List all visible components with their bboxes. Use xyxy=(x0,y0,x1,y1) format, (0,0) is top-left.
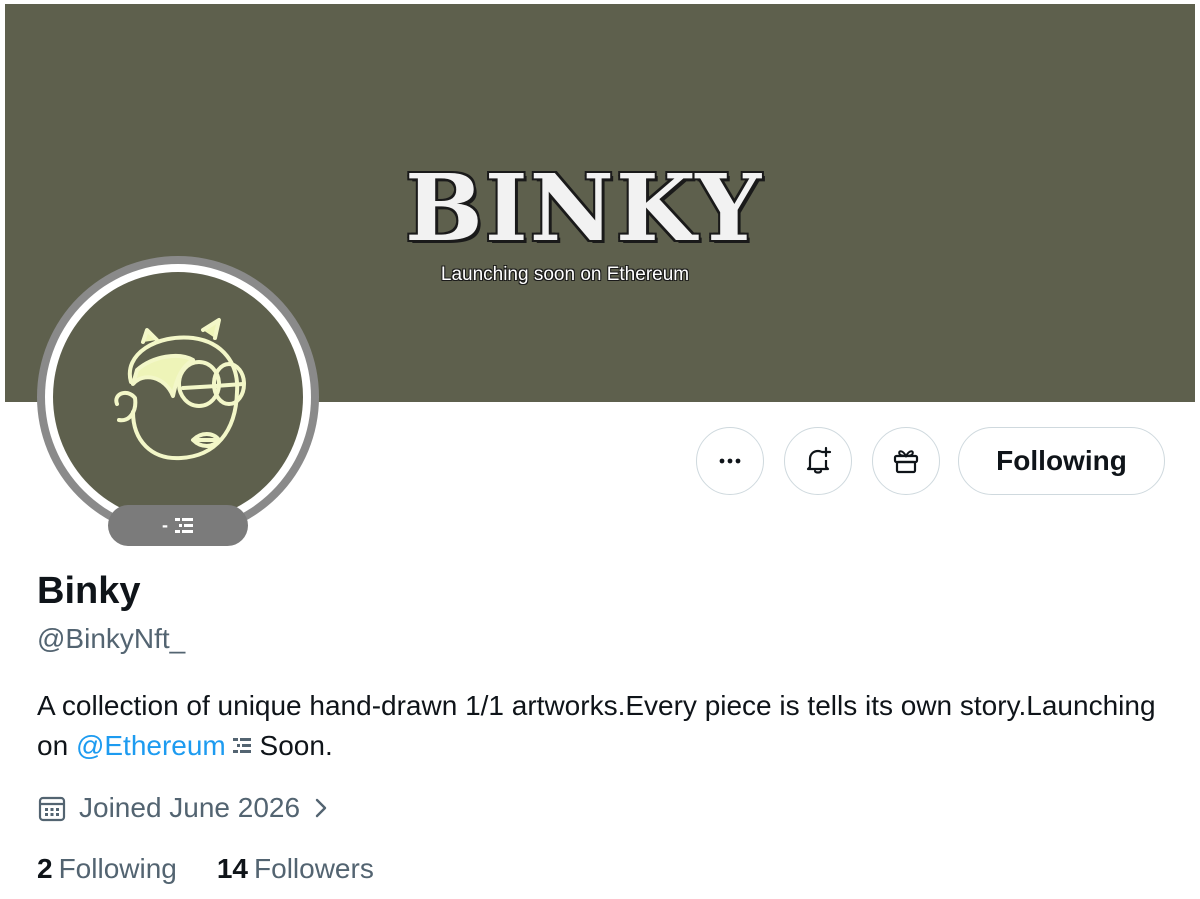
profile-bio: A collection of unique hand-drawn 1/1 ar… xyxy=(37,686,1157,766)
bio-mention-link[interactable]: @Ethereum xyxy=(76,730,226,761)
followers-label: Followers xyxy=(254,853,374,884)
ethereum-icon xyxy=(175,517,193,533)
bio-text-end: Soon. xyxy=(251,730,333,761)
joined-text: Joined June 2026 xyxy=(79,792,301,823)
ethereum-icon xyxy=(232,738,251,753)
followers-count: 14 xyxy=(216,853,249,884)
banner-tagline: Launching soon on Ethereum xyxy=(440,264,690,285)
more-button[interactable] xyxy=(696,427,764,495)
avatar-badge: - xyxy=(108,505,248,546)
avatar[interactable] xyxy=(53,272,303,522)
chevron-right-icon xyxy=(315,798,327,818)
following-stat[interactable]: 2 Following xyxy=(37,853,177,885)
bell-plus-icon xyxy=(806,446,832,474)
banner-logo: BINKY xyxy=(405,154,764,266)
following-button[interactable]: Following xyxy=(958,427,1165,495)
banner-logo-text: BINKY xyxy=(405,154,764,262)
profile-handle: @BinkyNft_ xyxy=(37,623,186,654)
calendar-icon xyxy=(38,796,66,822)
joined-date[interactable]: Joined June 2026 xyxy=(37,790,330,826)
profile-name: Binky xyxy=(37,570,141,612)
gift-icon xyxy=(893,450,919,474)
avatar-badge-text: - xyxy=(162,515,168,535)
followers-stat[interactable]: 14 Followers xyxy=(217,853,374,885)
profile-page: BINKY Launching soon on Ethereum - Follo… xyxy=(0,0,1200,899)
more-icon xyxy=(719,458,741,464)
following-count: 2 xyxy=(37,853,53,884)
gift-button[interactable] xyxy=(872,427,940,495)
following-label: Following xyxy=(58,853,177,884)
avatar-character-illustration xyxy=(114,318,246,461)
profile-stats: 2 Following 14 Followers xyxy=(37,853,374,885)
notifications-button[interactable] xyxy=(784,427,852,495)
avatar-border xyxy=(45,264,311,530)
avatar-ring[interactable] xyxy=(37,256,319,538)
